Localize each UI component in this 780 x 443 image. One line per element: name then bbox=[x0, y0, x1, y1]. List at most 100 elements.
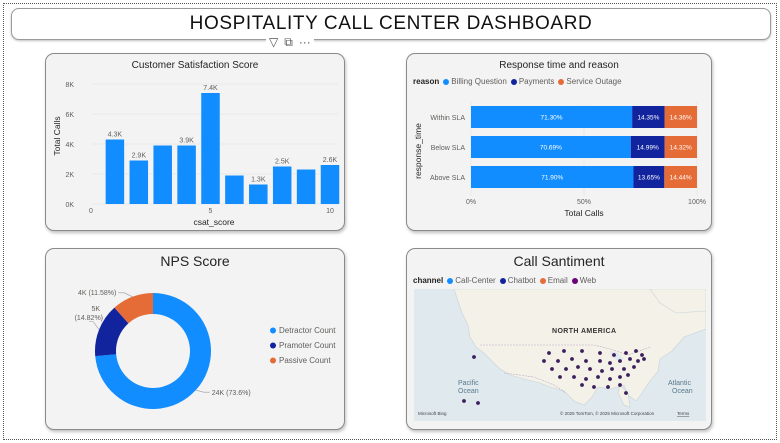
sentiment-legend-item[interactable]: Call-Center bbox=[447, 276, 496, 285]
map-point[interactable] bbox=[608, 361, 612, 365]
csat-bar[interactable] bbox=[105, 139, 125, 205]
map-point[interactable] bbox=[598, 359, 602, 363]
nps-legend-label[interactable]: Passive Count bbox=[279, 356, 331, 365]
nps-data-label: 24K (73.6%) bbox=[212, 390, 251, 397]
response-data-label: 70.69% bbox=[540, 145, 562, 152]
nps-legend-label[interactable]: Detractor Count bbox=[279, 326, 336, 335]
map-point[interactable] bbox=[562, 349, 566, 353]
nps-card[interactable]: NPS Score 24K (73.6%) 5K (14.82%) 4K (11.58… bbox=[45, 248, 345, 430]
csat-bar[interactable] bbox=[249, 184, 268, 205]
map-point[interactable] bbox=[608, 377, 612, 381]
map-point[interactable] bbox=[632, 365, 636, 369]
map-point[interactable] bbox=[624, 351, 628, 355]
map-point[interactable] bbox=[542, 359, 546, 363]
sentiment-legend-label: Call-Center bbox=[455, 276, 496, 285]
us-map[interactable]: NORTH AMERICA Pacific Ocean Atlantic Oce… bbox=[414, 289, 706, 421]
map-point[interactable] bbox=[564, 367, 568, 371]
map-point[interactable] bbox=[588, 367, 592, 371]
csat-data-label: 2.9K bbox=[132, 153, 147, 160]
map-point[interactable] bbox=[462, 399, 466, 403]
map-attribution: © 2025 TomTom, © 2025 Microsoft Corporat… bbox=[560, 410, 655, 416]
csat-bar[interactable] bbox=[272, 166, 292, 205]
nps-chart: 24K (73.6%) 5K (14.82%) 4K (11.58%) Detracto… bbox=[75, 290, 336, 409]
map-point[interactable] bbox=[580, 349, 584, 353]
focus-mode-icon[interactable]: ⧉ bbox=[284, 35, 293, 49]
map-point[interactable] bbox=[600, 369, 604, 373]
map-point[interactable] bbox=[572, 375, 576, 379]
csat-data-label: 4.3K bbox=[108, 132, 123, 139]
map-point[interactable] bbox=[558, 375, 562, 379]
csat-bar[interactable] bbox=[129, 160, 149, 205]
map-point[interactable] bbox=[628, 357, 632, 361]
csat-card[interactable]: Customer Satisfaction Score 0K 2K 4K 6K 8K 4.… bbox=[45, 53, 345, 231]
csat-data-label: 2.5K bbox=[275, 159, 290, 166]
map-point[interactable] bbox=[640, 353, 644, 357]
response-xtick: 50% bbox=[577, 199, 591, 206]
map-point[interactable] bbox=[472, 355, 476, 359]
map-point[interactable] bbox=[570, 357, 574, 361]
response-data-label: 14.36% bbox=[670, 115, 692, 122]
response-data-label: 14.44% bbox=[670, 175, 692, 182]
map-point[interactable] bbox=[547, 351, 551, 355]
map-point[interactable] bbox=[598, 351, 602, 355]
map-point[interactable] bbox=[476, 401, 480, 405]
visual-toolbar: ▽ ⧉ ··· bbox=[266, 34, 314, 50]
csat-bar[interactable] bbox=[296, 169, 316, 205]
map-point[interactable] bbox=[576, 365, 580, 369]
csat-data-label: 1.3K bbox=[251, 177, 266, 184]
dashboard-title: HOSPITALITY CALL CENTER DASHBOARD bbox=[189, 13, 593, 34]
sentiment-legend-item[interactable]: Email bbox=[539, 276, 568, 285]
csat-bar[interactable] bbox=[225, 175, 244, 205]
csat-ytick: 8K bbox=[65, 82, 74, 89]
map-point[interactable] bbox=[580, 383, 584, 387]
csat-xtick: 0 bbox=[89, 208, 93, 215]
sentiment-card[interactable]: Call Santiment channel Call-Center Chatbo… bbox=[406, 248, 712, 430]
csat-bar[interactable] bbox=[201, 93, 220, 204]
legend-dot bbox=[499, 277, 506, 284]
csat-bar[interactable] bbox=[153, 145, 172, 205]
response-chart: Within SLA 71.30% 14.35% 14.36% Below SLA 70.… bbox=[413, 102, 706, 218]
csat-bar[interactable] bbox=[320, 165, 340, 204]
response-data-label: 14.35% bbox=[637, 115, 659, 122]
sentiment-legend-label: Web bbox=[579, 276, 597, 285]
response-ylabel: response_time bbox=[413, 123, 423, 179]
map-brand: Microsoft Bing bbox=[418, 411, 447, 416]
map-point[interactable] bbox=[642, 357, 646, 361]
map-point[interactable] bbox=[550, 367, 554, 371]
csat-data-label: 7.4K bbox=[203, 85, 218, 92]
csat-ytick: 0K bbox=[65, 202, 74, 209]
map-point[interactable] bbox=[606, 385, 610, 389]
map-point[interactable] bbox=[612, 353, 616, 357]
map-point[interactable] bbox=[618, 375, 622, 379]
csat-data-label: 2.6K bbox=[323, 157, 338, 164]
more-options-icon[interactable]: ··· bbox=[299, 35, 311, 49]
map-point[interactable] bbox=[610, 367, 614, 371]
response-xtick: 0% bbox=[466, 199, 476, 206]
nps-legend-dot bbox=[270, 342, 276, 349]
map-point[interactable] bbox=[592, 385, 596, 389]
nps-data-label: 4K (11.58%) bbox=[78, 290, 116, 297]
map-point[interactable] bbox=[584, 359, 588, 363]
map-point[interactable] bbox=[596, 375, 600, 379]
map-point[interactable] bbox=[618, 383, 622, 387]
map-point[interactable] bbox=[624, 391, 628, 395]
map-point[interactable] bbox=[622, 367, 626, 371]
nps-legend-label[interactable]: Pramoter Count bbox=[279, 341, 336, 350]
filter-icon[interactable]: ▽ bbox=[269, 35, 278, 49]
map-point[interactable] bbox=[626, 373, 630, 377]
map-point[interactable] bbox=[584, 377, 588, 381]
csat-xlabel: csat_score bbox=[193, 217, 234, 227]
response-category-label: Within SLA bbox=[430, 115, 465, 122]
map-terms[interactable]: Terms bbox=[677, 411, 690, 416]
sentiment-legend-item[interactable]: Chatbot bbox=[499, 276, 536, 285]
sentiment-legend-item[interactable]: Web bbox=[571, 276, 597, 285]
response-card[interactable]: Response time and reason reason Billing … bbox=[406, 53, 712, 231]
sentiment-legend-title: channel bbox=[413, 276, 444, 285]
response-data-label: 71.30% bbox=[541, 115, 563, 122]
csat-bar[interactable] bbox=[177, 145, 196, 205]
map-point[interactable] bbox=[636, 359, 640, 363]
map-canvas: NORTH AMERICA Pacific Ocean Atlantic Oce… bbox=[418, 289, 706, 416]
map-point[interactable] bbox=[618, 359, 622, 363]
map-point[interactable] bbox=[556, 359, 560, 363]
map-point[interactable] bbox=[634, 349, 638, 353]
